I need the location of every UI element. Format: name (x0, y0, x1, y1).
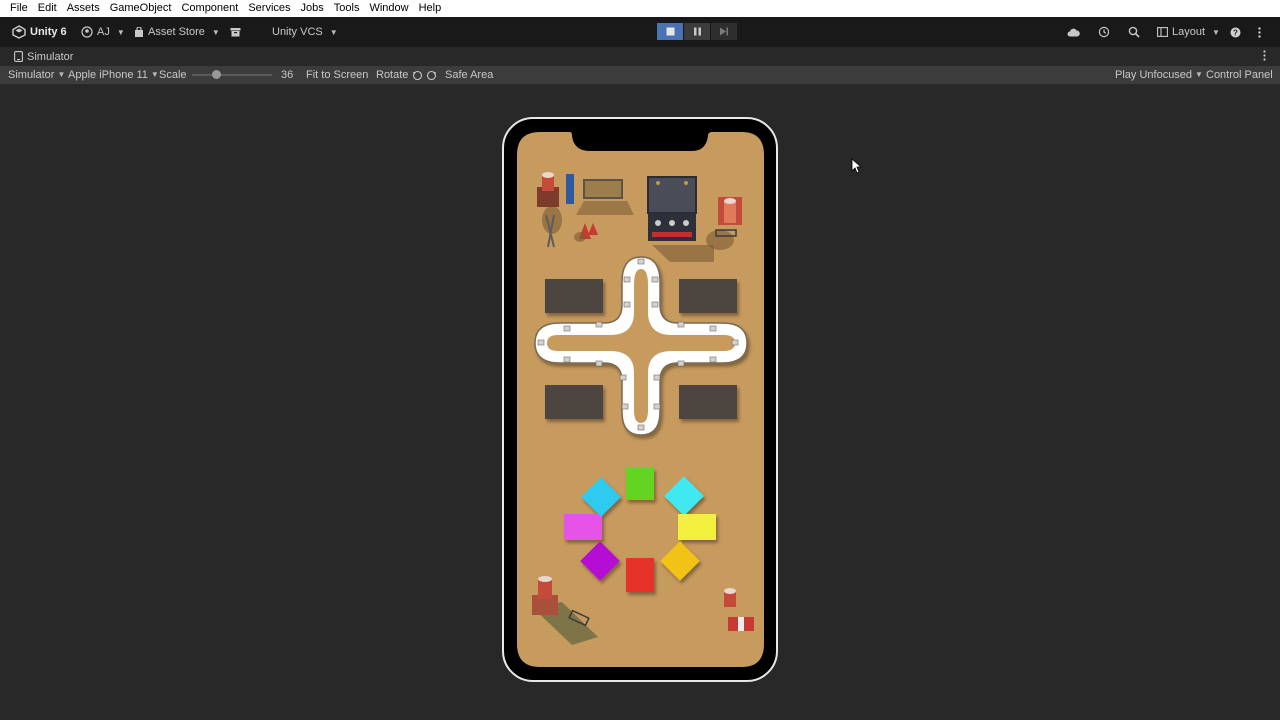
rotate-left-icon[interactable] (412, 70, 423, 81)
window-tab-bar: Simulator (0, 47, 1280, 66)
chevron-down-icon: ▼ (329, 27, 338, 37)
simulator-toolbar: Simulator ▼ Apple iPhone 11 ▼ Scale 36 F… (0, 66, 1280, 84)
cloud-button[interactable] (1067, 17, 1080, 47)
game-view[interactable] (517, 132, 764, 667)
step-button[interactable] (711, 23, 737, 40)
toolbar-menu-button[interactable] (1258, 17, 1261, 47)
menu-gameobject[interactable]: GameObject (105, 0, 177, 17)
tile-red[interactable] (626, 558, 654, 592)
cloud-icon (1067, 28, 1080, 36)
menu-services[interactable]: Services (243, 0, 295, 17)
play-button[interactable] (657, 23, 683, 40)
more-vertical-icon (1258, 26, 1261, 38)
safe-area-toggle[interactable]: Safe Area (445, 66, 493, 84)
archive-button[interactable] (230, 17, 241, 47)
menu-tools[interactable]: Tools (329, 0, 365, 17)
layout-label: Layout (1172, 26, 1206, 38)
unity-version-button[interactable]: Unity 6 (12, 17, 67, 47)
layout-icon (1157, 27, 1168, 37)
device-dropdown[interactable]: Apple iPhone 11 ▼ (68, 66, 159, 84)
device-label: Apple iPhone 11 (68, 69, 148, 81)
tab-menu-button[interactable] (1263, 50, 1266, 64)
tile-yellow[interactable] (678, 514, 716, 540)
mouse-cursor-icon (851, 158, 861, 174)
menu-assets[interactable]: Assets (62, 0, 105, 17)
menu-window[interactable]: Window (364, 0, 413, 17)
vcs-dropdown[interactable]: Unity VCS ▼ (272, 17, 338, 47)
device-frame (502, 117, 778, 682)
history-button[interactable] (1098, 17, 1110, 47)
rotate-buttons (412, 66, 437, 84)
menu-help[interactable]: Help (414, 0, 447, 17)
chevron-down-icon: ▼ (211, 27, 220, 37)
platform-top-right (679, 279, 737, 313)
main-toolbar: Unity 6 AJ ▼ Asset Store ▼ Unity VCS ▼ L… (0, 17, 1280, 47)
play-focus-dropdown[interactable]: Play Unfocused ▼ (1115, 66, 1203, 84)
more-vertical-icon (1263, 50, 1266, 61)
stop-icon (666, 27, 674, 36)
tile-pink[interactable] (564, 514, 602, 540)
menu-component[interactable]: Component (176, 0, 243, 17)
step-icon (720, 27, 728, 36)
shopping-bag-icon (135, 26, 143, 37)
pause-icon (693, 27, 701, 36)
phone-icon (14, 51, 23, 62)
chevron-down-icon: ▼ (116, 27, 125, 37)
asset-store-label: Asset Store (148, 26, 205, 38)
scale-slider-track[interactable] (192, 74, 272, 76)
unity-logo-icon (12, 25, 26, 39)
svg-text:?: ? (1233, 28, 1238, 37)
account-dropdown[interactable]: AJ ▼ (81, 17, 125, 47)
simulator-mode-dropdown[interactable]: Simulator ▼ (8, 66, 65, 84)
vcs-label: Unity VCS (272, 26, 323, 38)
rotate-label: Rotate (376, 69, 409, 81)
help-icon: ? (1230, 27, 1241, 37)
search-button[interactable] (1128, 17, 1140, 47)
platform-top-left (545, 279, 603, 313)
app-name: Unity 6 (30, 26, 67, 38)
scale-slider-handle[interactable] (212, 70, 221, 79)
asset-store-dropdown[interactable]: Asset Store ▼ (134, 17, 220, 47)
tab-simulator[interactable]: Simulator (14, 47, 73, 66)
scale-value: 36 (281, 69, 294, 81)
chevron-down-icon: ▼ (57, 70, 66, 79)
play-controls (657, 23, 737, 40)
layout-dropdown[interactable]: Layout ▼ (1157, 17, 1220, 47)
history-icon (1098, 26, 1110, 38)
chevron-down-icon: ▼ (150, 70, 159, 79)
simulator-mode-label: Simulator (8, 69, 55, 81)
menu-edit[interactable]: Edit (33, 0, 62, 17)
menu-bar: File Edit Assets GameObject Component Se… (0, 0, 1280, 17)
chevron-down-icon: ▼ (1195, 70, 1203, 79)
tab-label: Simulator (27, 50, 74, 63)
scale-label: Scale (159, 69, 187, 81)
play-focus-label: Play Unfocused (1115, 69, 1193, 81)
control-panel-button[interactable]: Control Panel (1206, 66, 1273, 84)
tile-green[interactable] (626, 468, 654, 500)
pause-button[interactable] (684, 23, 710, 40)
help-button[interactable]: ? (1230, 17, 1241, 47)
account-name: AJ (97, 26, 110, 38)
account-icon (81, 26, 93, 38)
archive-icon (230, 28, 241, 37)
flag-pole (566, 174, 574, 204)
platform-bottom-left (545, 385, 603, 419)
rotate-right-icon[interactable] (426, 70, 437, 81)
platform-bottom-right (679, 385, 737, 419)
chevron-down-icon: ▼ (1212, 27, 1220, 37)
menu-file[interactable]: File (0, 0, 33, 17)
fit-to-screen-button[interactable]: Fit to Screen (306, 66, 368, 84)
search-icon (1128, 26, 1140, 38)
menu-jobs[interactable]: Jobs (296, 0, 329, 17)
